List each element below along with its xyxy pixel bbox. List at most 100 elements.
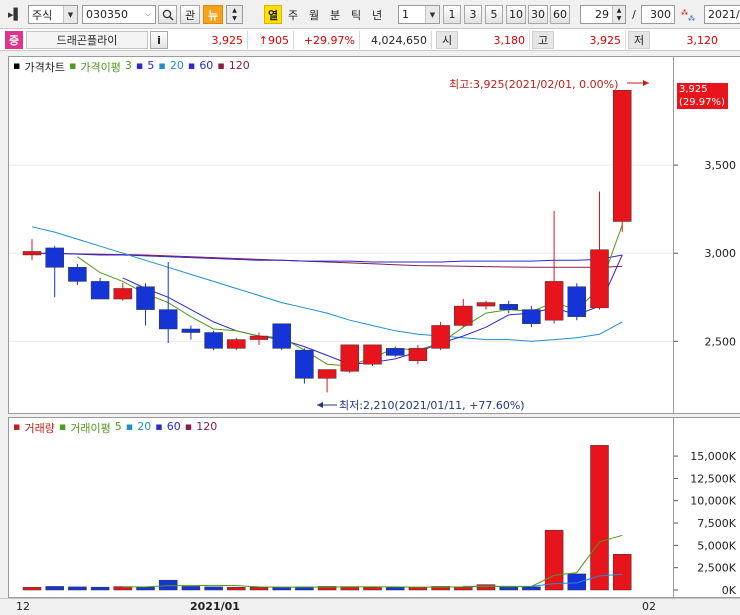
legend-vol-ma20[interactable]: 20 bbox=[137, 420, 151, 436]
price-chart-svg: 최고:3,925(2021/02/01, 0.00%) 최저:2,210(202… bbox=[9, 78, 673, 412]
unit-3-button[interactable]: 3 bbox=[464, 5, 482, 24]
period-monthly-button[interactable]: 월 bbox=[305, 5, 323, 24]
volume-bar bbox=[476, 584, 496, 591]
volume-bar bbox=[612, 554, 632, 591]
last-price-tag-value: 3,925 bbox=[679, 84, 708, 95]
legend-ma3[interactable]: 3 bbox=[125, 59, 132, 75]
volume-chart-svg bbox=[22, 445, 632, 591]
panel-toggle-icon[interactable]: ▸▌ bbox=[5, 5, 25, 24]
candle-body bbox=[295, 349, 314, 379]
unit-30-button[interactable]: 30 bbox=[528, 5, 548, 24]
price-tick-label: 3,500 bbox=[705, 159, 737, 172]
volume-tick-label: 15,000K bbox=[690, 450, 736, 463]
svg-text:⁂: ⁂ bbox=[688, 15, 695, 22]
search-icon bbox=[162, 9, 174, 21]
total-count-input[interactable]: 300 bbox=[641, 5, 675, 24]
date-input[interactable]: 2021/0 bbox=[704, 5, 740, 24]
stock-name[interactable]: 드래곤플라이 bbox=[26, 31, 148, 49]
time-axis: 12 2021/01 02 bbox=[0, 598, 740, 615]
candle-body bbox=[90, 281, 110, 300]
legend-marker: ▪ bbox=[68, 59, 77, 72]
high-label: 고 bbox=[532, 31, 554, 49]
legend-marker: ▪ bbox=[217, 59, 225, 72]
legend-ma20[interactable]: 20 bbox=[170, 59, 184, 75]
legend-vol-ma120[interactable]: 120 bbox=[196, 420, 217, 436]
candle-body bbox=[45, 247, 64, 268]
price-tick-label: 2,500 bbox=[705, 335, 737, 348]
volume-bar bbox=[158, 579, 178, 591]
legend-vol-ma60[interactable]: 60 bbox=[167, 420, 181, 436]
price-change: ↑905 bbox=[250, 31, 294, 49]
candle-body bbox=[408, 348, 428, 361]
stock-spinner[interactable]: ▲ ▼ bbox=[226, 5, 243, 24]
period-yearly-button[interactable]: 년 bbox=[368, 5, 386, 24]
candle-body bbox=[612, 89, 632, 222]
price-chart-pane[interactable]: 최고:3,925(2021/02/01, 0.00%) 최저:2,210(202… bbox=[8, 56, 674, 414]
candle-body bbox=[544, 281, 564, 321]
low-annotation: 최저:2,210(2021/01/11, +77.60%) bbox=[339, 399, 525, 412]
period-unit-value: 1 bbox=[402, 8, 409, 21]
price-axis-svg: 2,500 3,000 3,500 bbox=[674, 159, 737, 348]
candle-body bbox=[567, 286, 587, 317]
volume-bar bbox=[45, 586, 64, 591]
volume-legend: ▪ 거래량 ▪ 거래이평 5 ▪ 20 ▪ 60 ▪ 120 bbox=[13, 420, 218, 436]
watchlist-button[interactable]: 관 bbox=[180, 5, 200, 24]
price-legend-title: 가격차트 bbox=[24, 61, 65, 74]
current-price: 3,925 bbox=[172, 31, 248, 49]
period-unit-select[interactable]: 1 ▼ bbox=[398, 5, 440, 24]
volume-axis: 0K 2,500K 5,000K 7,500K 10,000K 12,500K 15,000… bbox=[674, 417, 740, 598]
unit-5-button[interactable]: 5 bbox=[485, 5, 503, 24]
legend-marker: ▪ bbox=[155, 420, 163, 433]
volume-bar bbox=[181, 586, 201, 591]
stock-code-input[interactable]: 030350 ⌵ bbox=[82, 5, 156, 24]
legend-ma5[interactable]: 5 bbox=[147, 59, 154, 75]
spin-down-icon[interactable]: ▼ bbox=[227, 14, 242, 23]
left-gutter bbox=[0, 56, 8, 598]
legend-vol-ma5[interactable]: 5 bbox=[115, 420, 122, 436]
news-button[interactable]: 뉴 bbox=[203, 5, 223, 24]
legend-ma120[interactable]: 120 bbox=[229, 59, 250, 75]
volume-tick-label: 2,500K bbox=[697, 562, 736, 575]
unit-10-button[interactable]: 10 bbox=[506, 5, 526, 24]
period-weekly-button[interactable]: 주 bbox=[284, 5, 302, 24]
candle-body bbox=[499, 304, 518, 310]
spin-down-icon[interactable]: ▼ bbox=[612, 14, 625, 23]
chevron-down-icon: ▼ bbox=[63, 6, 77, 23]
volume-bar bbox=[204, 586, 223, 591]
legend-marker: ▪ bbox=[13, 59, 21, 72]
volume-tick-label: 5,000K bbox=[697, 539, 736, 552]
period-tick-button[interactable]: 틱 bbox=[347, 5, 365, 24]
volume-bar bbox=[590, 445, 609, 591]
legend-marker: ▪ bbox=[158, 59, 166, 72]
display-count-value: 29 bbox=[595, 8, 609, 21]
market-type-select[interactable]: 주식 ▼ bbox=[28, 5, 78, 24]
unit-1-button[interactable]: 1 bbox=[443, 5, 461, 24]
display-count-input[interactable]: 29 ▲ ▼ bbox=[580, 5, 626, 24]
high-annotation-arrowhead bbox=[643, 80, 649, 86]
candle-body bbox=[363, 344, 382, 365]
volume-tick-label: 12,500K bbox=[690, 472, 736, 485]
period-minute-button[interactable]: 분 bbox=[326, 5, 344, 24]
ma60-line bbox=[32, 252, 623, 263]
search-button[interactable] bbox=[158, 5, 177, 24]
last-price-tag-percent: (29.97%) bbox=[679, 97, 725, 108]
price-tick-label: 3,000 bbox=[705, 247, 737, 260]
stock-info-button[interactable]: i bbox=[150, 31, 168, 49]
ma20-line bbox=[31, 226, 623, 342]
legend-ma60[interactable]: 60 bbox=[199, 59, 213, 75]
legend-marker: ▪ bbox=[135, 59, 144, 72]
trade-volume: 4,024,650 bbox=[362, 31, 432, 49]
candle-body bbox=[431, 325, 450, 349]
volume-bar bbox=[408, 587, 428, 591]
x-label-jan: 2021/01 bbox=[190, 600, 240, 613]
unit-60-button[interactable]: 60 bbox=[550, 5, 570, 24]
high-price: 3,925 bbox=[556, 31, 626, 49]
x-label-feb: 02 bbox=[642, 600, 656, 613]
candle-body bbox=[136, 286, 155, 310]
volume-bar bbox=[567, 573, 587, 591]
period-daily-button[interactable]: 열 bbox=[264, 5, 282, 24]
volume-chart-pane[interactable]: ▪ 거래량 ▪ 거래이평 5 ▪ 20 ▪ 60 ▪ 120 bbox=[8, 417, 674, 598]
settings-grid-icon[interactable]: ⁂ ⁂ bbox=[678, 5, 700, 24]
volume-axis-svg: 0K 2,500K 5,000K 7,500K 10,000K 12,500K 15,000… bbox=[674, 450, 737, 597]
quote-bar: 증 드래곤플라이 i 3,925 ↑905 +29.97% 4,024,650 … bbox=[0, 29, 740, 51]
